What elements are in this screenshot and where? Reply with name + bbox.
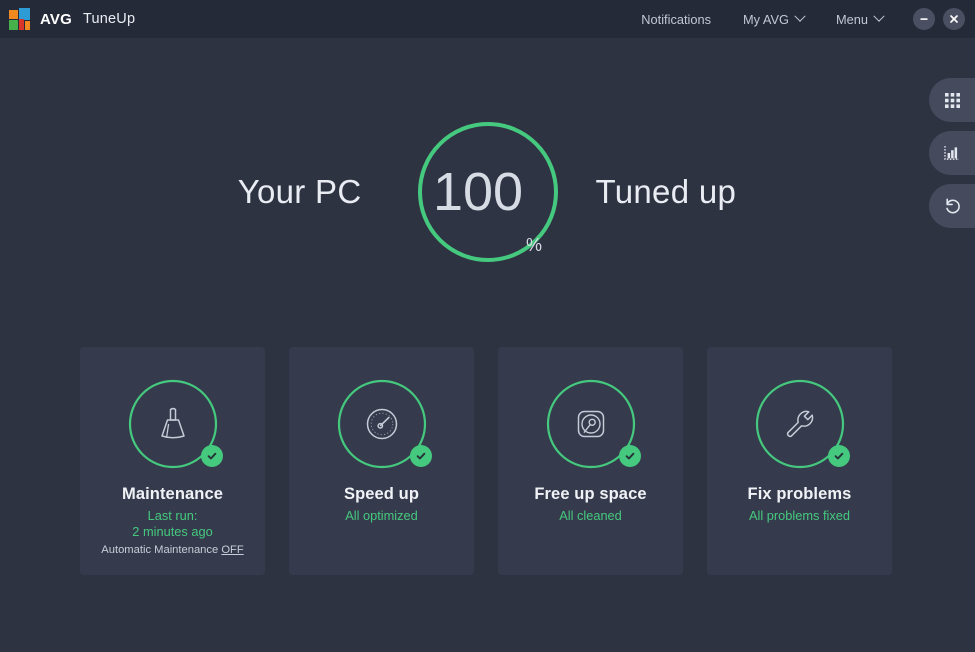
automatic-maintenance-state: OFF [221, 544, 243, 556]
check-badge-icon [828, 445, 850, 467]
card-free-up-space[interactable]: Free up space All cleaned [498, 347, 683, 575]
card-title: Free up space [534, 485, 646, 504]
chevron-down-icon [794, 11, 805, 22]
brand-avg-label: AVG [40, 11, 72, 28]
hero-left-label: Your PC [177, 173, 412, 211]
close-button[interactable] [943, 8, 965, 30]
gauge-unit: % [526, 235, 542, 256]
check-badge-icon [410, 445, 432, 467]
brand: AVG TuneUp [9, 8, 135, 30]
brand-product-label: TuneUp [83, 11, 135, 27]
chevron-down-icon [873, 11, 884, 22]
avg-logo-icon [9, 8, 31, 30]
rail-statistics[interactable] [929, 131, 975, 175]
card-title: Speed up [344, 485, 419, 504]
undo-arrow-icon [942, 196, 962, 216]
card-ring [545, 378, 637, 470]
card-speed-up[interactable]: Speed up All optimized [289, 347, 474, 575]
title-bar: AVG TuneUp Notifications My AVG Menu [0, 0, 975, 38]
hero-right-label: Tuned up [564, 173, 799, 211]
nav-my-avg[interactable]: My AVG [727, 6, 820, 33]
gauge-value-wrap: 100 % [412, 116, 564, 268]
hero-section: Your PC 100 % Tuned up [0, 38, 975, 345]
bar-chart-icon [943, 144, 961, 162]
minimize-button[interactable] [913, 8, 935, 30]
close-icon [948, 13, 960, 25]
card-title: Maintenance [122, 485, 223, 504]
rail-rescue-center[interactable] [929, 184, 975, 228]
right-rail [929, 78, 975, 228]
card-ring [127, 378, 219, 470]
check-badge-icon [201, 445, 223, 467]
nav-notifications-label: Notifications [641, 12, 711, 27]
nav-menu-label: Menu [836, 12, 868, 27]
nav-notifications[interactable]: Notifications [625, 6, 727, 33]
gauge-value: 100 [433, 165, 523, 219]
card-subtitle-line1: All cleaned [559, 508, 622, 524]
automatic-maintenance-status[interactable]: Automatic Maintenance OFF [101, 544, 243, 556]
card-fix-problems[interactable]: Fix problems All problems fixed [707, 347, 892, 575]
window-controls [913, 8, 965, 30]
rail-all-tools[interactable] [929, 78, 975, 122]
minimize-icon [918, 13, 930, 25]
card-ring [754, 378, 846, 470]
card-ring [336, 378, 428, 470]
card-subtitle-line1: Last run: [148, 508, 198, 524]
tuneup-score-gauge[interactable]: 100 % [412, 116, 564, 268]
nav-menu[interactable]: Menu [820, 6, 899, 33]
nav-my-avg-label: My AVG [743, 12, 789, 27]
grid-icon [944, 92, 961, 109]
check-badge-icon [619, 445, 641, 467]
feature-cards: Maintenance Last run: 2 minutes ago Auto… [80, 347, 892, 575]
avg-tuneup-window: AVG TuneUp Notifications My AVG Menu [0, 0, 975, 652]
card-subtitle-line1: All optimized [345, 508, 418, 524]
card-maintenance[interactable]: Maintenance Last run: 2 minutes ago Auto… [80, 347, 265, 575]
card-subtitle-line2: 2 minutes ago [132, 524, 212, 540]
automatic-maintenance-label: Automatic Maintenance [101, 544, 221, 556]
card-subtitle-line1: All problems fixed [749, 508, 850, 524]
card-title: Fix problems [748, 485, 852, 504]
top-nav: Notifications My AVG Menu [625, 6, 899, 33]
